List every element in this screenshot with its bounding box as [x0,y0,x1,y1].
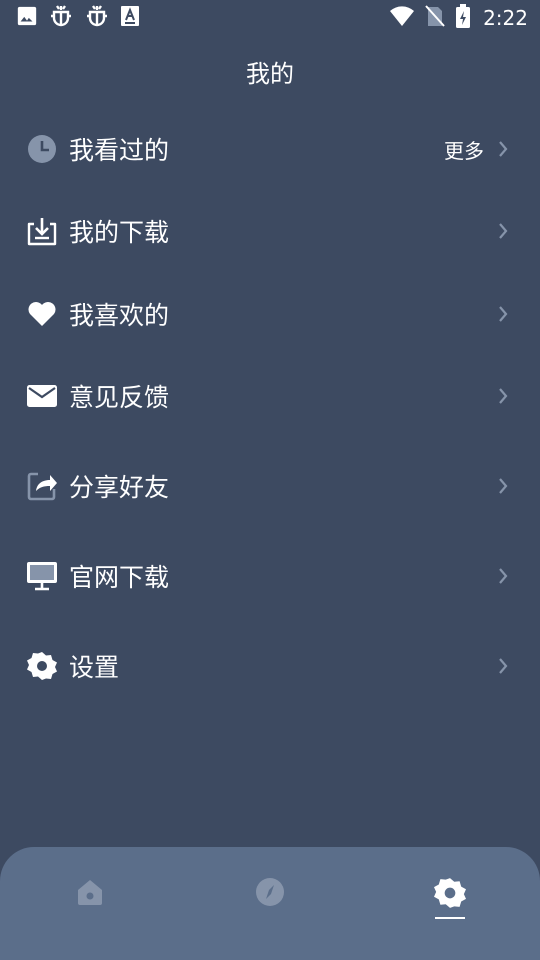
menu-item-label: 分享好友 [69,473,170,502]
gear-icon [26,650,58,682]
chevron-right-icon [496,304,510,324]
page-title: 我的 [246,60,294,88]
heart-icon [26,298,58,330]
menu-item-label: 我喜欢的 [69,301,170,330]
battery-charging-icon [455,3,471,33]
menu-item-history[interactable]: 我看过的 更多 [0,109,540,189]
menu-item-website-download[interactable]: 官网下载 [0,536,540,616]
menu-item-label: 意见反馈 [69,383,170,412]
menu-item-favorites[interactable]: 我喜欢的 [0,274,540,354]
chevron-right-icon [496,476,510,496]
mail-icon [26,380,58,412]
chevron-right-icon [496,221,510,241]
status-bar: 2:22 [0,0,540,36]
bottom-nav [0,847,540,960]
home-icon [75,877,105,911]
gear-icon [434,877,466,913]
bug-icon [84,3,110,33]
chevron-right-icon [496,386,510,406]
no-sim-icon [425,4,445,32]
menu-item-share[interactable]: 分享好友 [0,446,540,526]
compass-icon [255,877,285,911]
status-time: 2:22 [483,6,528,30]
chevron-right-icon [496,139,510,159]
tab-home[interactable] [60,877,120,933]
menu-item-label: 设置 [69,653,120,682]
menu-item-settings[interactable]: 设置 [0,626,540,706]
download-icon [26,215,58,247]
chevron-right-icon [496,656,510,676]
menu-item-label: 我的下载 [69,218,170,247]
menu-item-label: 官网下载 [69,563,170,592]
active-tab-indicator [435,917,465,919]
more-link[interactable]: 更多 [444,135,484,164]
bug-icon [48,3,74,33]
menu-item-downloads[interactable]: 我的下载 [0,191,540,271]
menu-item-label: 我看过的 [69,136,170,165]
clock-icon [26,133,58,165]
share-icon [26,470,58,502]
tab-discover[interactable] [240,877,300,933]
menu-item-feedback[interactable]: 意见反馈 [0,356,540,436]
image-icon [16,5,38,31]
chevron-right-icon [496,566,510,586]
tab-settings[interactable] [420,877,480,933]
wifi-icon [389,5,415,31]
monitor-icon [26,560,58,592]
text-icon [120,5,140,31]
